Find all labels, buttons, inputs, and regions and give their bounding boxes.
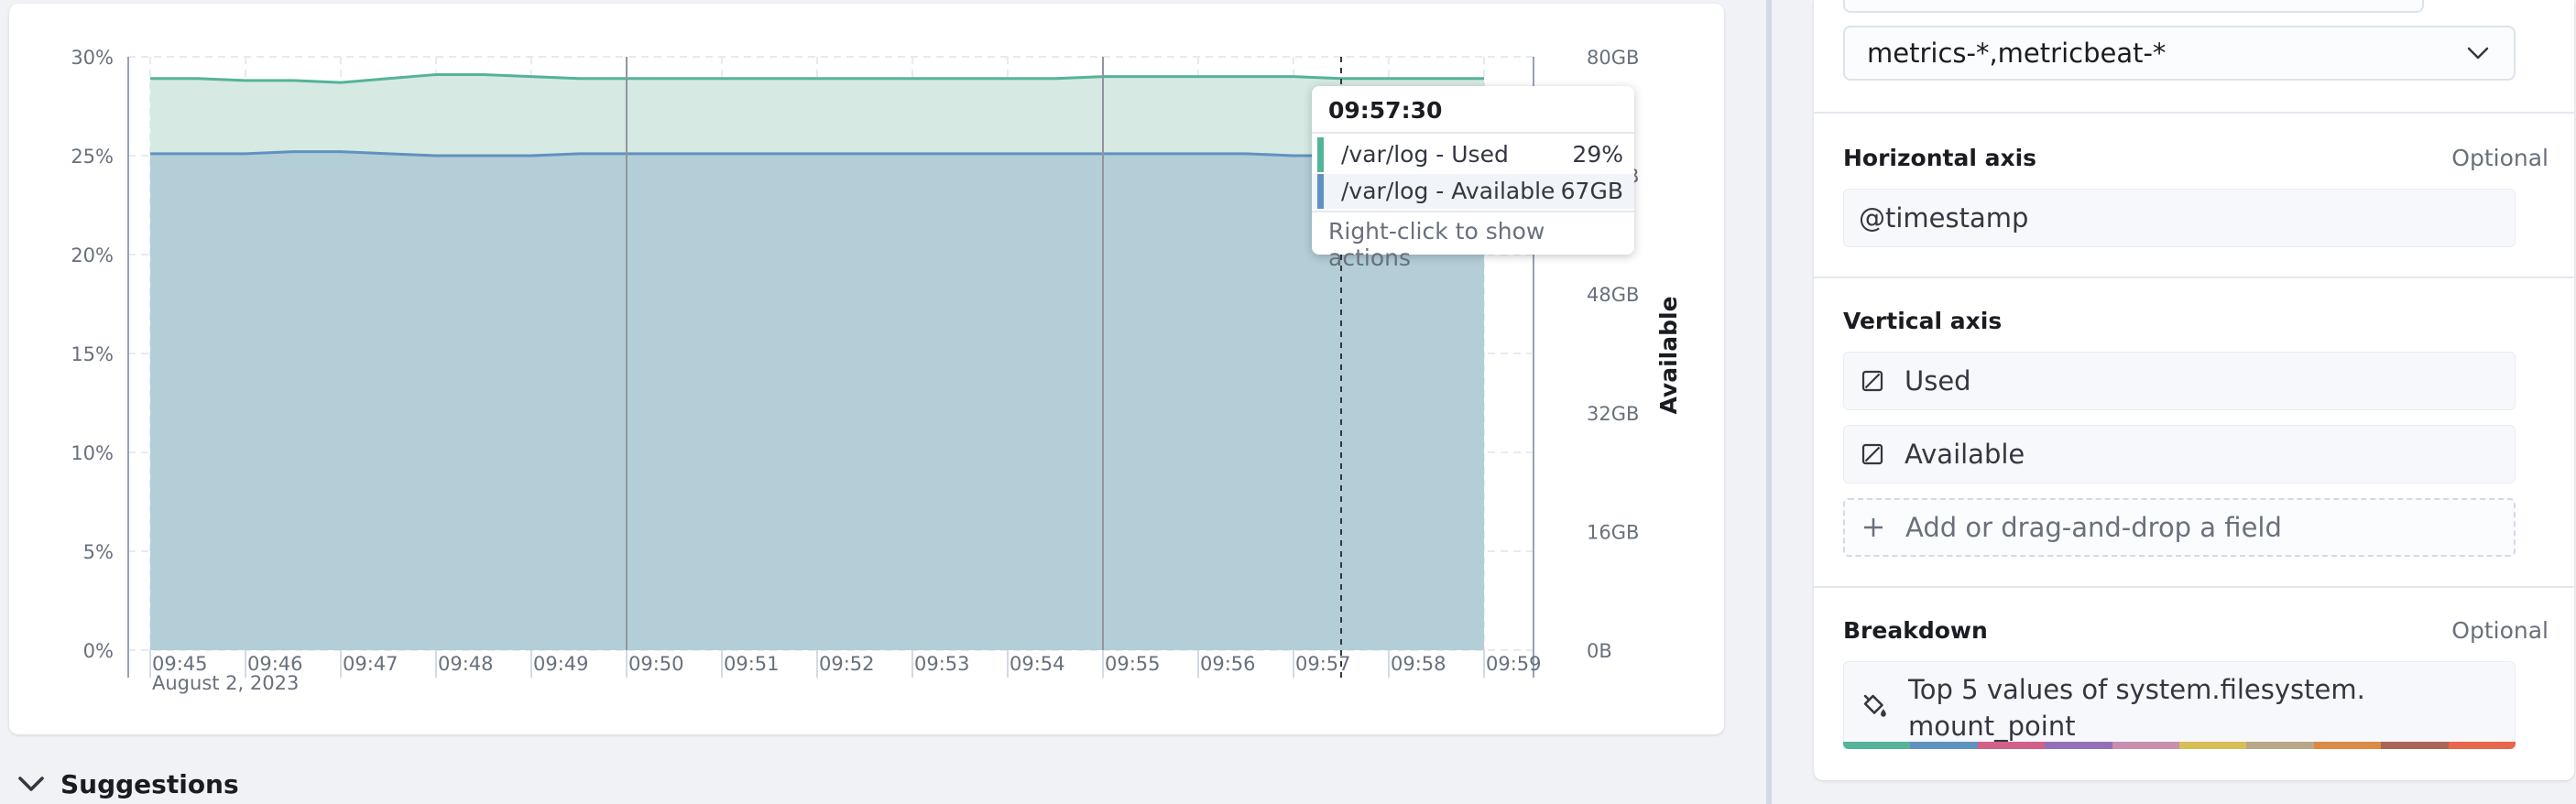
breakdown-optional: Optional <box>2451 617 2549 644</box>
tooltip-swatch-used <box>1317 137 1324 172</box>
breakdown-field-label: Top 5 values of system.filesystem. mount… <box>1908 674 2365 742</box>
x-tick-label: 09:58 <box>1391 653 1446 675</box>
empty-field-icon <box>1861 443 1883 465</box>
y-left-tick-label: 10% <box>71 442 114 464</box>
y-right-tick-label: 80GB <box>1587 47 1639 69</box>
y-right-tick-label: 16GB <box>1587 521 1639 543</box>
horizontal-axis-field-label: @timestamp <box>1859 202 2029 234</box>
chart-panel: 0%5%10%15%20%25%30%0B16GB32GB48GB64GB80G… <box>9 4 1724 734</box>
tooltip-time: 09:57:30 <box>1328 97 1443 124</box>
x-date-label: August 2, 2023 <box>152 672 299 694</box>
x-tick-label: 09:51 <box>724 653 780 675</box>
x-tick-label: 09:53 <box>914 653 970 675</box>
palette-swatch <box>1977 742 2046 749</box>
y-right-tick-label: 32GB <box>1587 403 1639 425</box>
index-pattern-select[interactable]: metrics-*,metricbeat-* <box>1843 26 2516 81</box>
add-field-dropzone[interactable]: Add or drag-and-drop a field <box>1843 498 2516 557</box>
tooltip-hint: Right-click to show actions <box>1328 218 1545 271</box>
plus-icon <box>1864 518 1883 537</box>
palette-swatch <box>2179 742 2247 749</box>
y-left-tick-label: 20% <box>71 244 114 266</box>
vertical-axis-field-used[interactable]: Used <box>1843 352 2516 410</box>
palette-swatch <box>2045 742 2112 749</box>
horizontal-axis-field[interactable]: @timestamp <box>1843 189 2516 247</box>
tooltip-label-used: /var/log - Used <box>1341 141 1509 168</box>
vertical-axis-field-available-label: Available <box>1905 439 2025 470</box>
palette-swatch <box>2246 742 2314 749</box>
y-left-tick-label: 15% <box>71 343 114 365</box>
palette-swatch <box>2112 742 2180 749</box>
palette-swatch <box>1910 742 1978 749</box>
layer-field[interactable] <box>1843 0 2424 13</box>
tooltip-label-available: /var/log - Available <box>1341 178 1555 204</box>
x-tick-label: 09:55 <box>1105 653 1161 675</box>
y-left-tick-label: 5% <box>83 541 114 563</box>
tooltip-row-available: /var/log - Available 67GB <box>1312 174 1634 209</box>
tooltip-row-used: /var/log - Used 29% <box>1312 137 1634 172</box>
y-left-tick-label: 30% <box>71 47 114 69</box>
section-divider <box>1814 586 2574 588</box>
x-tick-label: 09:52 <box>819 653 875 675</box>
color-palette-strip <box>1843 742 2516 749</box>
y-right-tick-label: 48GB <box>1587 284 1639 306</box>
chevron-down-icon <box>18 777 44 791</box>
layer-config-panel: metrics-*,metricbeat-* Horizontal axis O… <box>1814 0 2574 780</box>
y-right-tick-label: 0B <box>1587 640 1612 662</box>
x-tick-label: 09:47 <box>343 653 398 675</box>
vertical-axis-field-available[interactable]: Available <box>1843 425 2516 483</box>
y-left-tick-label: 25% <box>71 146 114 168</box>
panel-resize-handle[interactable] <box>1766 0 1772 804</box>
chart-tooltip: 09:57:30 /var/log - Used 29% /var/log - … <box>1312 86 1634 271</box>
horizontal-axis-title: Horizontal axis <box>1843 145 2037 171</box>
x-tick-label: 09:50 <box>628 653 684 675</box>
add-field-label: Add or drag-and-drop a field <box>1905 512 2282 543</box>
palette-swatch <box>2448 742 2516 749</box>
vertical-axis-field-used-label: Used <box>1905 365 1971 397</box>
empty-field-icon <box>1861 370 1883 392</box>
breakdown-title: Breakdown <box>1843 617 1988 644</box>
palette-swatch <box>2313 742 2382 749</box>
tooltip-swatch-available <box>1317 174 1324 209</box>
paint-bucket-icon <box>1863 694 1886 717</box>
right-axis-title: Available <box>1655 296 1682 414</box>
area-series-used <box>150 151 1484 650</box>
x-tick-label: 09:59 <box>1486 653 1542 675</box>
y-left-tick-label: 0% <box>83 640 114 662</box>
x-tick-label: 09:56 <box>1200 653 1256 675</box>
tooltip-value-available: 67GB <box>1560 178 1623 204</box>
x-tick-label: 09:54 <box>1010 653 1065 675</box>
section-divider <box>1814 112 2574 114</box>
palette-swatch <box>1843 742 1911 749</box>
x-tick-label: 09:48 <box>438 653 494 675</box>
x-tick-label: 09:49 <box>533 653 589 675</box>
chevron-down-icon <box>2467 47 2489 60</box>
area-series-available <box>150 74 1484 156</box>
x-tick-label: 09:57 <box>1295 653 1351 675</box>
tooltip-value-used: 29% <box>1572 141 1623 168</box>
index-pattern-value: metrics-*,metricbeat-* <box>1867 38 2167 69</box>
palette-swatch <box>2381 742 2449 749</box>
suggestions-label: Suggestions <box>60 768 239 799</box>
horizontal-axis-optional: Optional <box>2451 145 2549 171</box>
section-divider <box>1814 277 2574 278</box>
suggestions-toggle[interactable]: Suggestions <box>15 767 239 800</box>
breakdown-field[interactable]: Top 5 values of system.filesystem. mount… <box>1843 661 2516 749</box>
vertical-axis-title: Vertical axis <box>1843 308 2003 334</box>
